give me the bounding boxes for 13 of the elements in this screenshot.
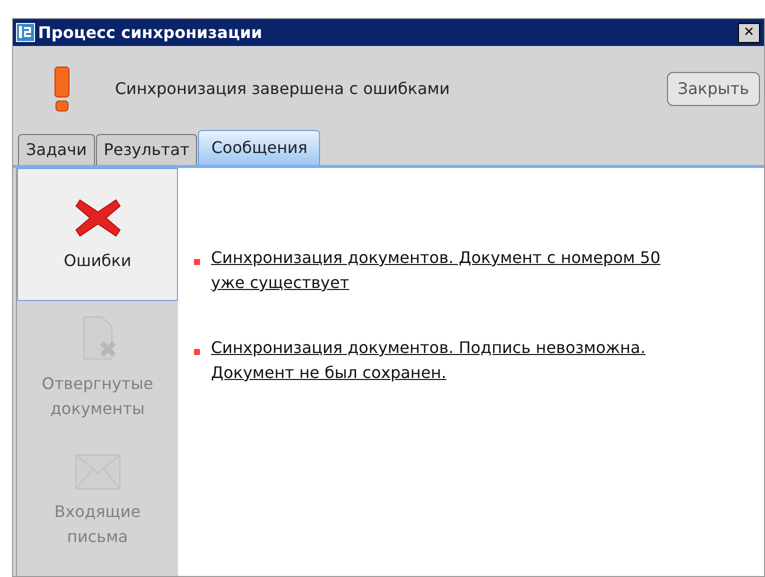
message-link[interactable]: Синхронизация документов. Подпись невозможна. Документ не был сохранен. bbox=[211, 335, 681, 385]
envelope-icon bbox=[74, 452, 122, 490]
close-dialog-button[interactable]: Закрыть bbox=[666, 72, 760, 106]
message-link[interactable]: Синхронизация документов. Документ с номером 50 уже существует bbox=[211, 245, 681, 295]
tab[interactable]: Сообщения bbox=[198, 130, 320, 165]
app-icon bbox=[16, 23, 35, 42]
tab[interactable]: Задачи bbox=[18, 134, 95, 165]
status-message: Синхронизация завершена с ошибками bbox=[115, 78, 450, 100]
tab[interactable]: Результат bbox=[96, 134, 198, 165]
window-title: Процесс синхронизации bbox=[38, 22, 262, 44]
sidebar-item[interactable]: Ошибки bbox=[17, 168, 178, 301]
close-button[interactable]: ✕ bbox=[738, 22, 760, 42]
exclamation-icon bbox=[53, 66, 71, 112]
